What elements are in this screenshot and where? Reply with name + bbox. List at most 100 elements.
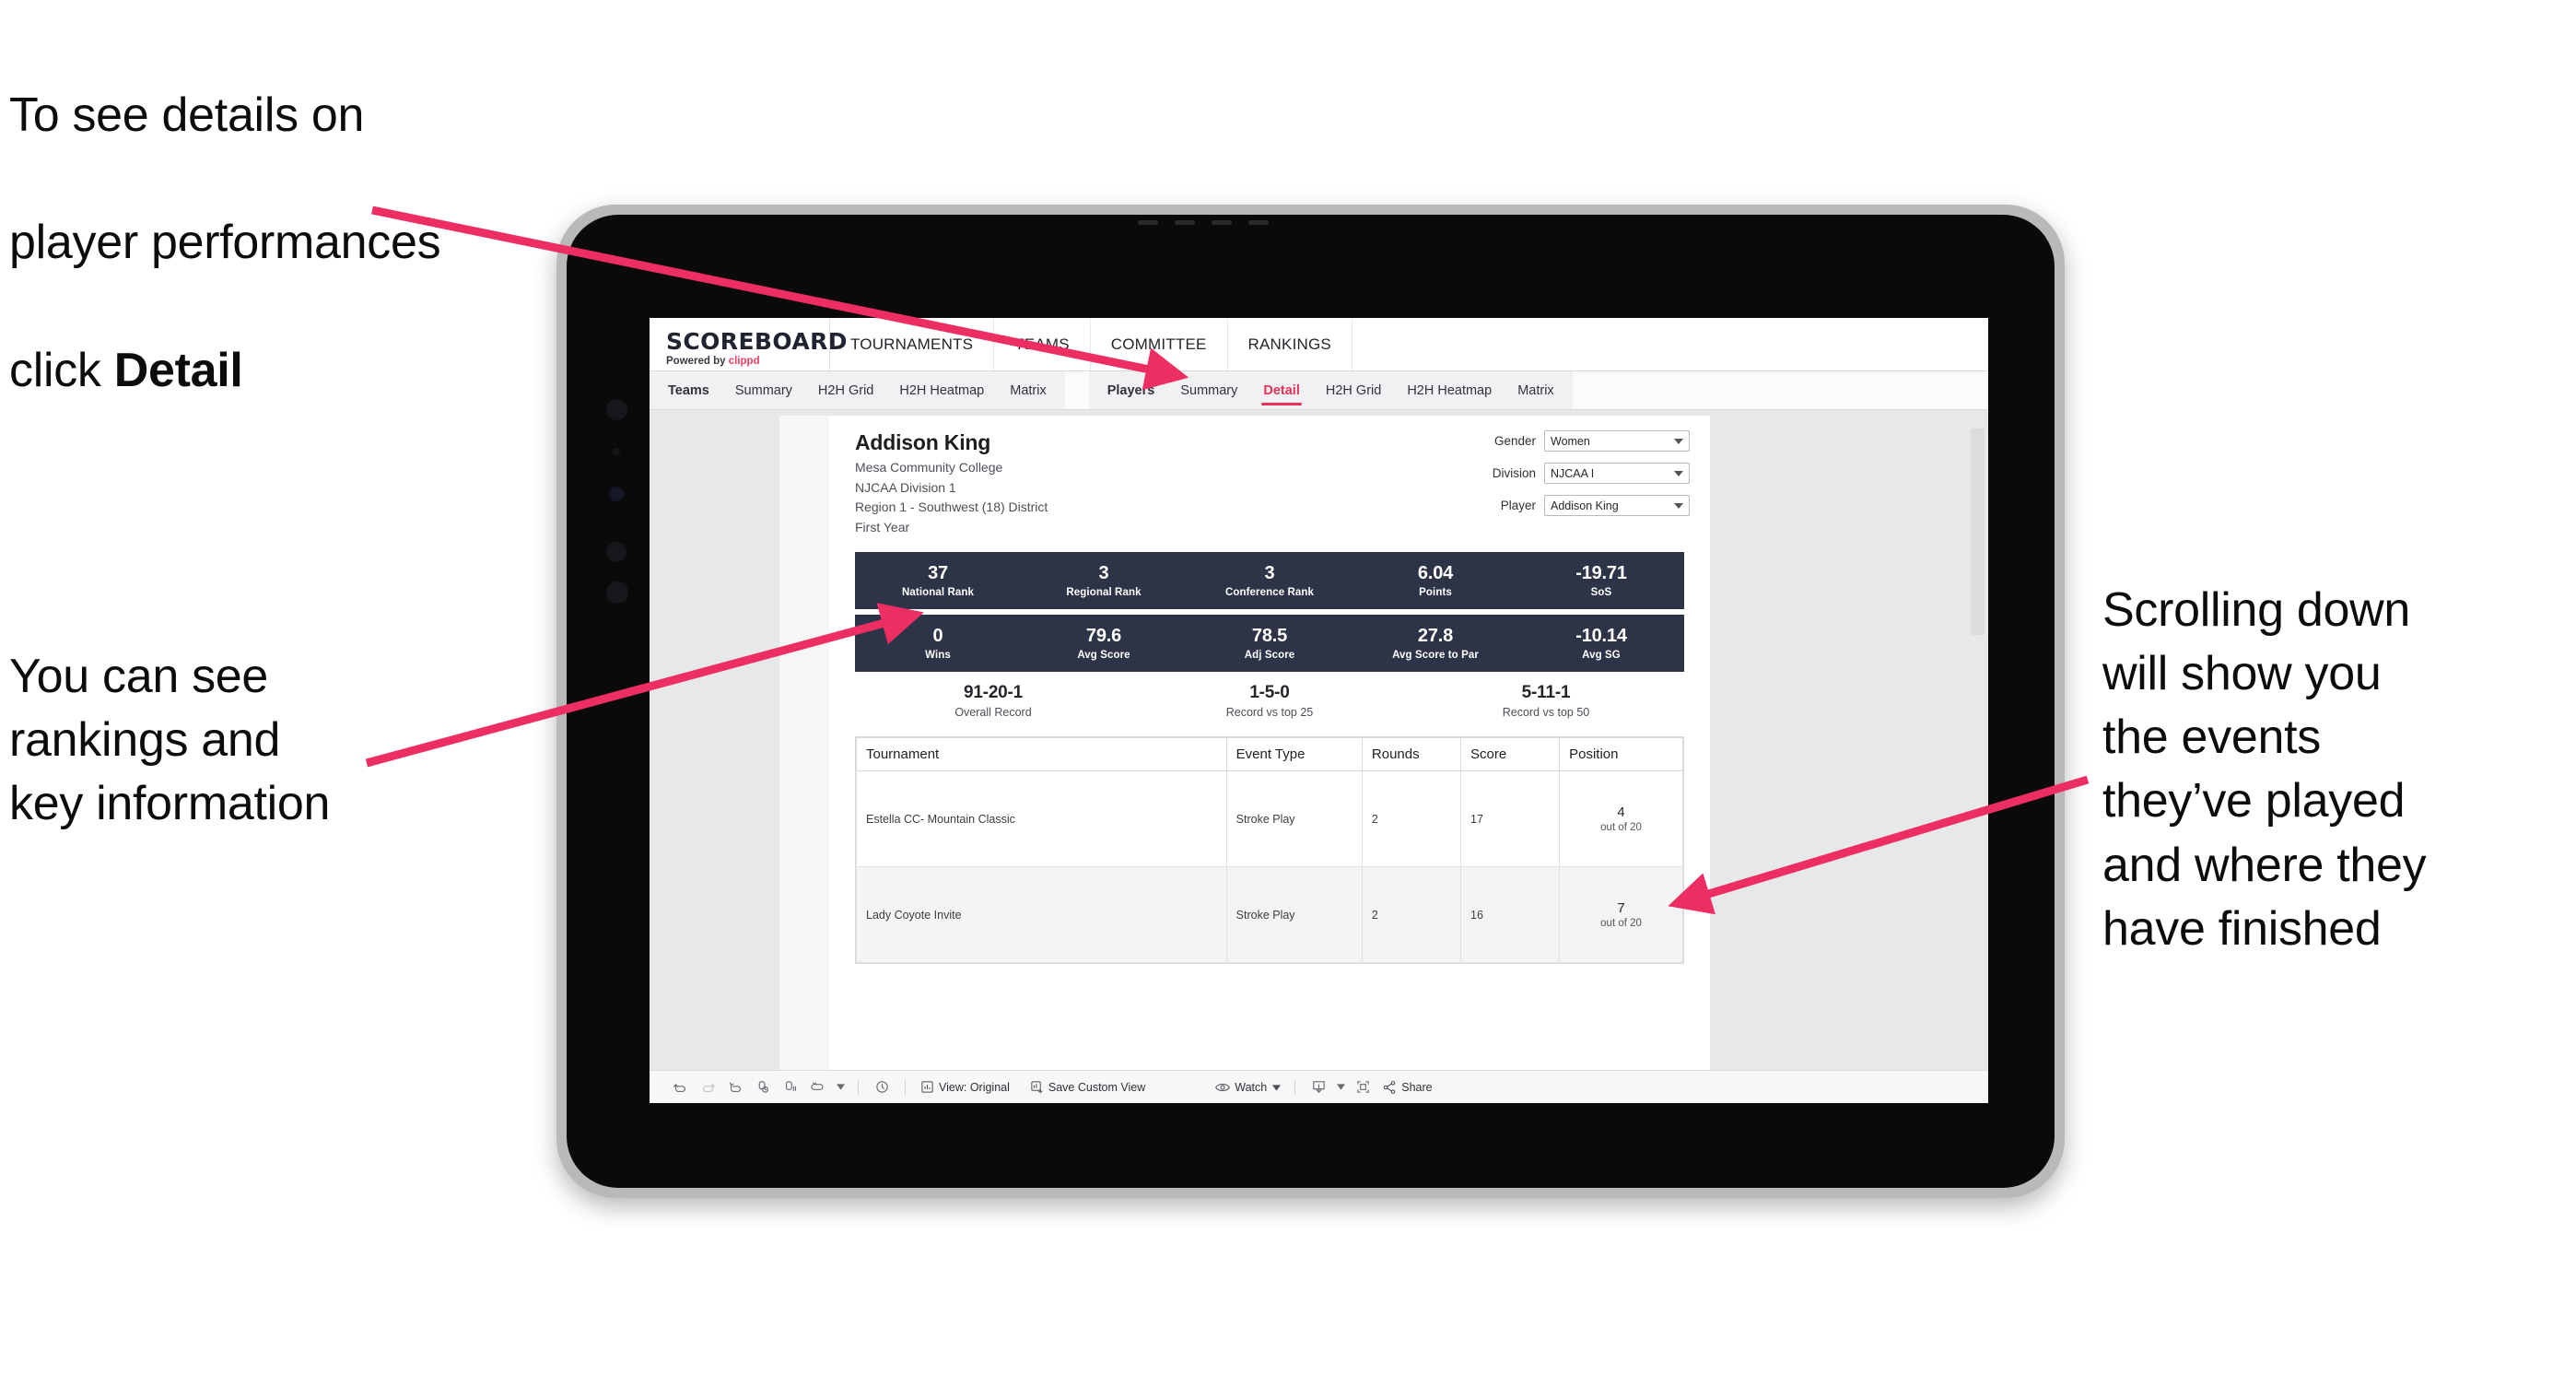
column-header-tournament[interactable]: Tournament [856,737,1227,771]
table-row[interactable]: Lady Coyote Invite Stroke Play 2 16 7 ou… [856,866,1683,963]
annotation-line-3-prefix: click [9,343,114,397]
fullscreen-icon[interactable] [1349,1079,1376,1095]
column-header-rounds[interactable]: Rounds [1361,737,1462,771]
cell-tournament: Estella CC- Mountain Classic [856,770,1227,867]
cell-rounds: 2 [1361,770,1462,867]
watch-label: Watch [1235,1080,1268,1094]
slide-canvas: To see details on player performances cl… [0,0,2576,1386]
subnav-teams-group: Teams Summary H2H Grid H2H Heatmap Matri… [650,371,1065,409]
position-out-of: out of 20 [1600,918,1642,929]
save-custom-view-label: Save Custom View [1048,1080,1146,1094]
annotation-line-2: player performances [9,216,441,270]
tablet-bezel: SCOREBOARD Powered by clippd TOURNAMENTS… [567,215,2055,1188]
subnav-item-teams-h2h-grid[interactable]: H2H Grid [805,371,886,409]
position-number: 4 [1617,805,1625,820]
speaker-grille-dot [1138,220,1158,225]
undo-icon[interactable] [666,1079,694,1095]
subnav-item-players-h2h-grid[interactable]: H2H Grid [1313,371,1394,409]
annotation-click-detail: To see details on player performances cl… [9,20,636,403]
stat-value: 0 [932,625,943,646]
tablet-screen: SCOREBOARD Powered by clippd TOURNAMENTS… [650,318,1988,1103]
view-original-button[interactable]: View: Original [920,1080,1010,1094]
record-vs-top-50: 5-11-1 Record vs top 50 [1408,683,1684,719]
sensor-dot-icon [606,542,626,562]
tournaments-table: Tournament Event Type Rounds Score Posit… [855,736,1684,964]
record-vs-top-25: 1-5-0 Record vs top 25 [1131,683,1408,719]
chevron-down-icon[interactable] [1332,1084,1349,1090]
subnav-item-players-h2h-heatmap[interactable]: H2H Heatmap [1394,371,1505,409]
cell-event-type: Stroke Play [1225,770,1363,867]
stat-value: 3 [1098,562,1109,583]
filter-division-value: NJCAA I [1551,466,1595,480]
sensor-dot-icon [613,448,620,455]
pause-auto-update-icon[interactable] [777,1079,804,1095]
toolbar-dropdown-caret-icon[interactable] [832,1084,849,1090]
chevron-down-icon [1674,438,1683,444]
subnav-item-players[interactable]: Players [1095,371,1168,409]
toolbar-divider [905,1079,906,1095]
watch-button[interactable]: Watch [1215,1081,1285,1094]
filter-panel: Gender Women Division NJCAA I Player Add… [1459,430,1690,527]
filter-gender-select[interactable]: Women [1544,430,1690,452]
front-camera-icon [606,399,627,420]
stat-value: -19.71 [1575,562,1627,583]
pause-refresh-clock-icon[interactable] [868,1079,896,1095]
cell-position: 4 out of 20 [1559,770,1683,867]
subnav-item-players-matrix[interactable]: Matrix [1505,371,1566,409]
player-header: Addison King Mesa Community College NJCA… [855,430,1048,534]
stat-sos: -19.71 SoS [1518,562,1684,598]
microphone-icon [606,581,628,604]
stat-label: Regional Rank [1066,586,1142,598]
top-nav-teams[interactable]: TEAMS [994,318,1091,370]
cell-tournament: Lady Coyote Invite [856,866,1227,963]
share-button[interactable]: Share [1382,1080,1433,1095]
subnav-item-teams-matrix[interactable]: Matrix [997,371,1059,409]
subnav-item-players-detail[interactable]: Detail [1250,371,1313,409]
records-row: 91-20-1 Overall Record 1-5-0 Record vs t… [855,683,1684,719]
cell-position: 7 out of 20 [1559,866,1683,963]
pause-icon[interactable] [804,1079,832,1095]
table-row[interactable]: Estella CC- Mountain Classic Stroke Play… [856,770,1683,867]
share-label: Share [1401,1080,1433,1094]
player-college: Mesa Community College [855,460,1003,475]
player-name: Addison King [855,430,991,454]
filter-division-select[interactable]: NJCAA I [1544,463,1690,484]
redo-icon[interactable] [694,1079,721,1095]
top-nav-rankings[interactable]: RANKINGS [1228,318,1352,370]
download-icon[interactable] [1305,1079,1332,1095]
column-header-score[interactable]: Score [1459,737,1561,771]
scrollbar-thumb[interactable] [1971,429,1985,635]
annotation-line-1: To see details on [9,88,365,143]
logo-brand-clippd: clippd [728,355,760,367]
stat-wins: 0 Wins [855,625,1021,661]
subnav-item-teams[interactable]: Teams [655,371,722,409]
speaker-grille-dot [1248,220,1269,225]
top-nav-committee[interactable]: COMMITTEE [1091,318,1228,370]
stat-value: 3 [1264,562,1275,583]
record-value: 1-5-0 [1249,683,1290,702]
camera-lens-icon [609,487,624,501]
filter-player: Player Addison King [1459,495,1690,516]
cell-rounds: 2 [1361,866,1462,963]
subnav-divider [1064,371,1089,409]
subnav-item-teams-summary[interactable]: Summary [722,371,805,409]
logo-powered-by: Powered by [666,355,729,367]
position-number: 7 [1617,900,1625,916]
player-region: Region 1 - Southwest (18) District [855,499,1048,515]
column-header-event-type[interactable]: Event Type [1225,737,1363,771]
vertical-scrollbar[interactable] [1971,416,1985,1070]
subnav-item-teams-h2h-heatmap[interactable]: H2H Heatmap [886,371,997,409]
stat-label: Avg Score to Par [1392,649,1479,661]
subnav-item-players-summary[interactable]: Summary [1167,371,1250,409]
player-division: NJCAA Division 1 [855,479,956,495]
save-custom-view-button[interactable]: Save Custom View [1030,1080,1145,1094]
filter-player-select[interactable]: Addison King [1544,495,1690,516]
app-logo[interactable]: SCOREBOARD Powered by clippd [650,318,848,370]
revert-icon[interactable] [721,1079,749,1095]
top-nav-tournaments[interactable]: TOURNAMENTS [830,318,995,370]
cell-score: 17 [1459,770,1561,867]
subnav-players-group: Players Summary Detail H2H Grid H2H Heat… [1088,371,1573,409]
stat-points: 6.04 Points [1352,563,1518,598]
column-header-position[interactable]: Position [1559,737,1683,771]
refresh-data-icon[interactable] [749,1079,777,1095]
